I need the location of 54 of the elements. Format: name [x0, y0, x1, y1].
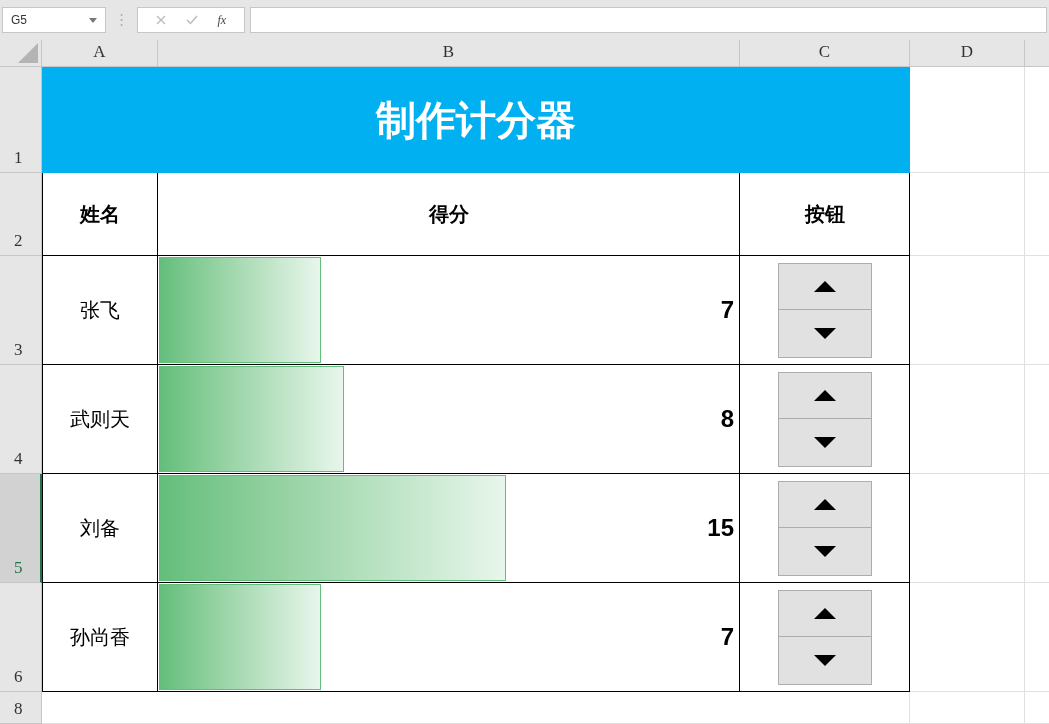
up-arrow-icon	[813, 607, 836, 619]
spin-up-button[interactable]	[777, 589, 872, 637]
empty-cell[interactable]	[910, 256, 1025, 365]
spin-up-button[interactable]	[777, 262, 872, 310]
column-header[interactable]: A	[42, 40, 158, 66]
cell-reference: G5	[11, 12, 27, 29]
header-cell: 姓名	[42, 173, 158, 256]
formula-input[interactable]	[250, 7, 1047, 33]
down-arrow-icon	[813, 327, 836, 339]
column-header[interactable]: D	[910, 40, 1025, 66]
spin-down-button[interactable]	[777, 528, 872, 576]
check-icon[interactable]	[185, 15, 198, 25]
name-cell: 刘备	[42, 474, 158, 583]
dropdown-icon[interactable]	[89, 17, 97, 23]
row-header[interactable]: 6	[0, 583, 42, 692]
row-header[interactable]: 4	[0, 365, 42, 474]
header-cell: 得分	[158, 173, 740, 256]
spin-up-button[interactable]	[777, 480, 872, 528]
cancel-icon[interactable]	[155, 15, 166, 25]
column-header[interactable]: C	[740, 40, 910, 66]
title-text: 制作计分器	[376, 97, 576, 144]
name-cell: 武则天	[42, 365, 158, 474]
score-value: 7	[720, 295, 734, 325]
row-header[interactable]: 1	[0, 67, 42, 173]
score-value: 8	[720, 404, 734, 434]
spin-down-button[interactable]	[777, 637, 872, 685]
select-all-icon[interactable]	[18, 43, 38, 63]
empty-cell[interactable]	[910, 583, 1025, 692]
up-arrow-icon	[813, 498, 836, 510]
empty-cell[interactable]	[910, 173, 1025, 256]
row-header[interactable]: 3	[0, 256, 42, 365]
spin-up-button[interactable]	[777, 371, 872, 419]
down-arrow-icon	[813, 545, 836, 557]
insert-function-button[interactable]: fx	[217, 11, 227, 29]
down-arrow-icon	[813, 654, 836, 666]
name-cell: 张飞	[42, 256, 158, 365]
empty-cell[interactable]	[910, 365, 1025, 474]
name-box[interactable]: G5	[2, 7, 106, 33]
row-header[interactable]: 2	[0, 173, 42, 256]
column-header[interactable]: B	[158, 40, 740, 66]
score-value: 7	[720, 622, 734, 652]
score-value: 15	[707, 513, 734, 543]
up-arrow-icon	[813, 389, 836, 401]
spin-down-button[interactable]	[777, 310, 872, 358]
header-cell: 按钮	[740, 173, 910, 256]
drag-handle-icon[interactable]	[120, 13, 123, 27]
row-header[interactable]: 5	[0, 474, 42, 583]
name-cell: 孙尚香	[42, 583, 158, 692]
spin-down-button[interactable]	[777, 419, 872, 467]
empty-cell[interactable]	[910, 474, 1025, 583]
row-header[interactable]: 8	[0, 692, 42, 724]
empty-cell[interactable]	[910, 692, 1025, 724]
down-arrow-icon	[813, 436, 836, 448]
up-arrow-icon	[813, 280, 836, 292]
